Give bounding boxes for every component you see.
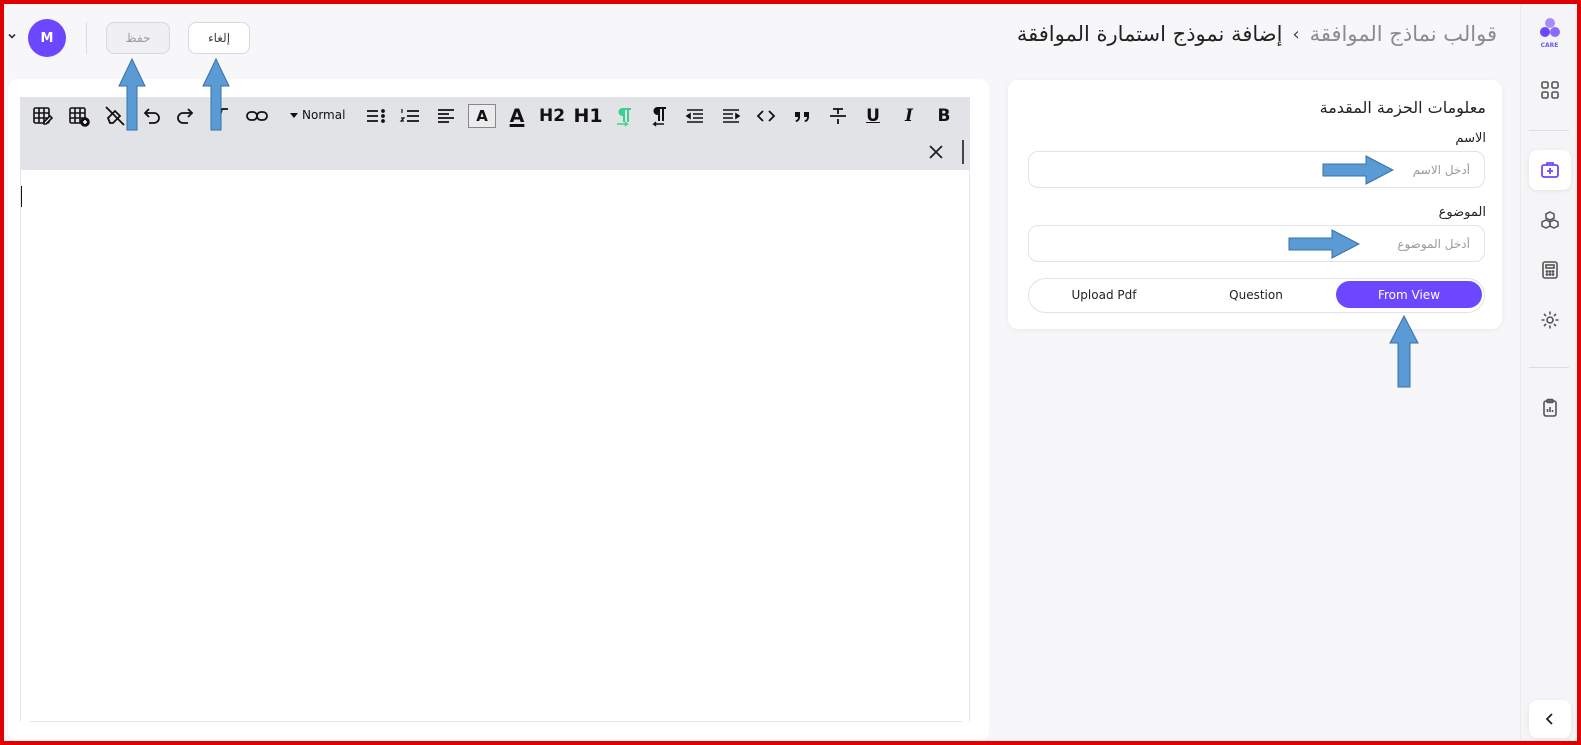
outdent-icon[interactable] <box>681 104 709 128</box>
sidebar-divider <box>1529 367 1569 368</box>
cancel-button[interactable]: إلغاء <box>188 22 250 54</box>
heading-style-value: Normal <box>302 108 346 122</box>
annotation-arrow-up-icon <box>202 58 230 131</box>
tab-question[interactable]: Question <box>1183 281 1329 308</box>
heading-1-button[interactable]: H1 <box>573 104 602 128</box>
sidebar-item-reports[interactable] <box>1529 388 1571 428</box>
logo-text: CARE <box>1540 42 1559 49</box>
close-icon[interactable] <box>927 142 945 166</box>
tab-from-view[interactable]: From View <box>1336 281 1482 308</box>
sidebar-collapse-button[interactable] <box>1529 700 1571 738</box>
underline-button[interactable]: U <box>859 104 887 128</box>
avatar[interactable]: M <box>28 19 66 57</box>
gear-icon <box>1541 311 1559 329</box>
indent-icon[interactable] <box>717 104 745 128</box>
table-insert-icon[interactable] <box>65 104 93 128</box>
clipboard-chart-icon <box>1543 398 1557 417</box>
chevron-left-icon <box>1545 713 1553 725</box>
page-title: إضافة نموذج استمارة الموافقة <box>1016 22 1283 46</box>
toolbar-divider <box>962 140 964 164</box>
breadcrumb-separator: › <box>1292 23 1300 45</box>
caret-down-icon <box>290 113 298 118</box>
link-icon[interactable] <box>243 104 271 128</box>
annotation-arrow-right-icon <box>1322 155 1394 185</box>
align-left-icon[interactable] <box>432 104 460 128</box>
italic-button[interactable]: I <box>895 104 923 128</box>
sidebar-item-calculator[interactable] <box>1529 250 1571 290</box>
chevron-down-icon[interactable] <box>7 30 17 44</box>
card-title: معلومات الحزمة المقدمة <box>1319 98 1486 117</box>
tab-upload-pdf[interactable]: Upload Pdf <box>1031 281 1177 308</box>
name-label: الاسم <box>1455 131 1486 146</box>
sidebar: CARE <box>1520 4 1577 741</box>
sidebar-divider <box>1529 130 1569 131</box>
calculator-icon <box>1542 261 1558 279</box>
sidebar-item-medical-kit[interactable] <box>1529 150 1571 190</box>
bullet-list-icon[interactable] <box>361 104 389 128</box>
text-caret <box>21 186 22 207</box>
breadcrumb: قوالب نماذج الموافقة › إضافة نموذج استما… <box>1017 22 1497 46</box>
annotation-arrow-up-icon <box>118 58 146 131</box>
heading-2-button[interactable]: H2 <box>538 104 566 128</box>
cubes-icon <box>1541 211 1559 229</box>
save-button[interactable]: حفظ <box>106 22 170 54</box>
name-input[interactable] <box>1028 151 1485 188</box>
ordered-list-icon[interactable] <box>396 104 424 128</box>
heading-style-select[interactable]: Normal <box>290 104 345 126</box>
code-icon[interactable] <box>752 104 780 128</box>
subject-input[interactable] <box>1028 225 1485 262</box>
editor-bottom-border <box>30 721 962 722</box>
medical-kit-icon <box>1541 162 1559 178</box>
sidebar-item-settings[interactable] <box>1529 300 1571 340</box>
highlight-color-button[interactable]: A <box>468 104 496 128</box>
rich-text-editor[interactable] <box>20 170 970 721</box>
subject-label: الموضوع <box>1438 205 1486 220</box>
text-color-button[interactable]: A <box>503 104 531 128</box>
sidebar-item-dashboard[interactable] <box>1529 70 1571 110</box>
breadcrumb-link-templates[interactable]: قوالب نماذج الموافقة <box>1310 22 1497 46</box>
care-logo[interactable] <box>1535 14 1565 44</box>
bold-button[interactable]: B <box>930 104 958 128</box>
blockquote-icon[interactable] <box>788 104 816 128</box>
header-divider <box>86 22 87 54</box>
ltr-paragraph-icon[interactable] <box>645 104 673 128</box>
annotation-arrow-up-icon <box>1389 315 1419 388</box>
redo-icon[interactable] <box>172 104 200 128</box>
sidebar-item-packages[interactable] <box>1529 200 1571 240</box>
table-edit-icon[interactable] <box>29 104 57 128</box>
rtl-paragraph-icon[interactable] <box>610 104 638 128</box>
grid-icon <box>1541 81 1559 99</box>
annotation-arrow-right-icon <box>1288 229 1360 259</box>
strikethrough-icon[interactable] <box>824 104 852 128</box>
